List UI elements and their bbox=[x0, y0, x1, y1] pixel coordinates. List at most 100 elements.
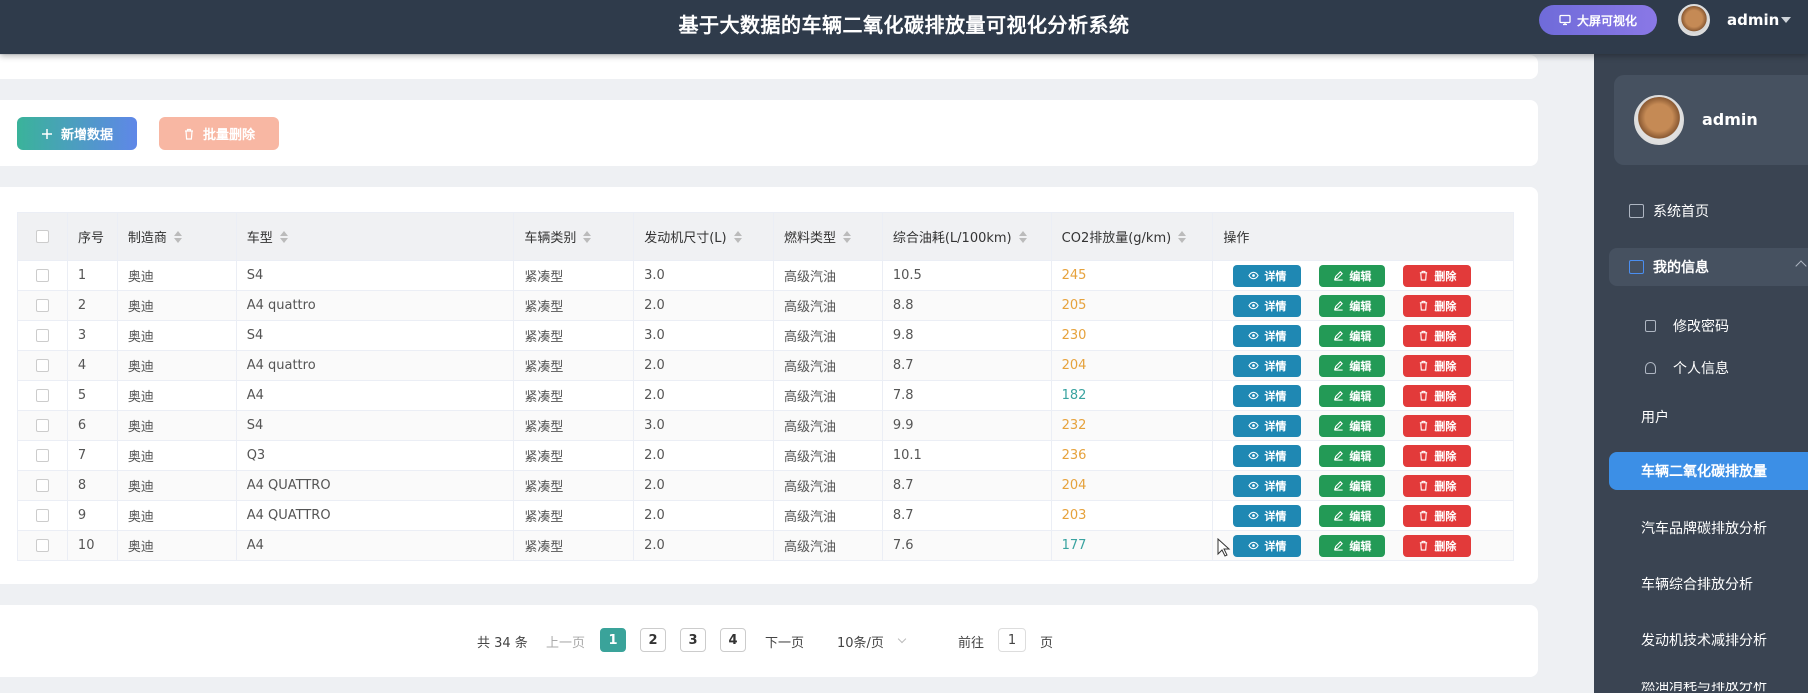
add-data-button[interactable]: 新增数据 bbox=[17, 117, 137, 150]
delete-button[interactable]: 删除 bbox=[1403, 354, 1472, 377]
edit-button[interactable]: 编辑 bbox=[1319, 534, 1386, 557]
row-checkbox[interactable] bbox=[35, 359, 49, 372]
row-checkbox[interactable] bbox=[35, 449, 49, 462]
caret-down-icon[interactable] bbox=[1781, 17, 1791, 23]
cell-co2: 236 bbox=[1052, 441, 1214, 470]
sort-icon[interactable] bbox=[279, 230, 288, 243]
sort-icon[interactable] bbox=[733, 230, 742, 243]
eye-icon bbox=[1248, 481, 1260, 490]
cell-model: A4 bbox=[237, 531, 515, 560]
sidebar-item-co2[interactable]: 车辆二氧化碳排放量 bbox=[1609, 452, 1808, 490]
column-header-consumption[interactable]: 综合油耗(L/100km) bbox=[883, 213, 1052, 260]
trash-icon bbox=[1420, 480, 1428, 491]
detail-button[interactable]: 详情 bbox=[1233, 474, 1302, 497]
cell-fuel: 高级汽油 bbox=[774, 291, 883, 320]
cell-engine: 2.0 bbox=[634, 381, 774, 410]
detail-button[interactable]: 详情 bbox=[1233, 444, 1302, 467]
trash-icon bbox=[1420, 300, 1428, 311]
detail-button[interactable]: 详情 bbox=[1233, 264, 1302, 287]
batch-delete-button[interactable]: 批量删除 bbox=[159, 117, 279, 150]
detail-button[interactable]: 详情 bbox=[1233, 504, 1302, 527]
column-header-maker[interactable]: 制造商 bbox=[118, 213, 237, 260]
delete-button[interactable]: 删除 bbox=[1403, 534, 1472, 557]
avatar[interactable] bbox=[1678, 4, 1710, 36]
table-row: 2 奥迪 A4 quattro 紧凑型 2.0 高级汽油 8.8 205 详情 编辑 删除 bbox=[18, 290, 1513, 320]
plus-icon bbox=[41, 128, 52, 139]
next-page-button[interactable]: 下一页 bbox=[765, 632, 804, 651]
edit-button[interactable]: 编辑 bbox=[1319, 504, 1386, 527]
sidebar-item-users[interactable]: 用户 bbox=[1641, 407, 1669, 427]
edit-button[interactable]: 编辑 bbox=[1319, 324, 1386, 347]
sidebar-item-home[interactable]: 系统首页 bbox=[1609, 192, 1808, 230]
row-checkbox[interactable] bbox=[35, 329, 49, 342]
detail-button[interactable]: 详情 bbox=[1233, 384, 1302, 407]
delete-button[interactable]: 删除 bbox=[1403, 504, 1472, 527]
edit-button[interactable]: 编辑 bbox=[1319, 414, 1386, 437]
row-checkbox[interactable] bbox=[35, 419, 49, 432]
cell-co2: 204 bbox=[1052, 471, 1214, 500]
detail-button[interactable]: 详情 bbox=[1233, 294, 1302, 317]
row-checkbox[interactable] bbox=[35, 479, 49, 492]
sidebar-item-brand-analysis[interactable]: 汽车品牌碳排放分析 bbox=[1641, 518, 1767, 538]
home-icon bbox=[1629, 204, 1644, 218]
delete-button[interactable]: 删除 bbox=[1403, 384, 1472, 407]
sidebar-item-change-password[interactable]: 修改密码 bbox=[1625, 311, 1808, 341]
column-header-fuel[interactable]: 燃料类型 bbox=[774, 213, 883, 260]
delete-button[interactable]: 删除 bbox=[1403, 324, 1472, 347]
cell-actions: 详情 编辑 删除 bbox=[1213, 381, 1513, 410]
delete-button[interactable]: 删除 bbox=[1403, 444, 1472, 467]
row-checkbox[interactable] bbox=[35, 299, 49, 312]
sort-icon[interactable] bbox=[1178, 230, 1187, 243]
column-header-co2[interactable]: CO2排放量(g/km) bbox=[1052, 213, 1214, 260]
edit-button[interactable]: 编辑 bbox=[1319, 264, 1386, 287]
edit-label: 编辑 bbox=[1349, 359, 1372, 373]
goto-page-input[interactable]: 1 bbox=[998, 628, 1026, 652]
column-header-engine[interactable]: 发动机尺寸(L) bbox=[634, 213, 774, 260]
row-checkbox[interactable] bbox=[35, 389, 49, 402]
edit-button[interactable]: 编辑 bbox=[1319, 354, 1386, 377]
sort-icon[interactable] bbox=[583, 230, 592, 243]
edit-button[interactable]: 编辑 bbox=[1319, 294, 1386, 317]
sort-icon[interactable] bbox=[843, 230, 852, 243]
edit-button[interactable]: 编辑 bbox=[1319, 444, 1386, 467]
sidebar-item-mine[interactable]: 我的信息 bbox=[1609, 248, 1808, 286]
cell-consumption: 10.5 bbox=[883, 261, 1052, 290]
page-button-4[interactable]: 4 bbox=[720, 628, 746, 652]
header-username[interactable]: admin bbox=[1727, 11, 1779, 29]
sort-icon[interactable] bbox=[1018, 230, 1027, 243]
edit-button[interactable]: 编辑 bbox=[1319, 474, 1386, 497]
row-checkbox[interactable] bbox=[35, 509, 49, 522]
detail-button[interactable]: 详情 bbox=[1233, 534, 1302, 557]
cell-fuel: 高级汽油 bbox=[774, 531, 883, 560]
sidebar-item-label: 修改密码 bbox=[1673, 319, 1729, 335]
page-button-2[interactable]: 2 bbox=[640, 628, 666, 652]
page-button-3[interactable]: 3 bbox=[680, 628, 706, 652]
cell-type: 紧凑型 bbox=[514, 381, 635, 410]
cell-model: S4 bbox=[237, 321, 515, 350]
row-checkbox[interactable] bbox=[35, 539, 49, 552]
page-button-1[interactable]: 1 bbox=[600, 628, 626, 652]
table-row: 7 奥迪 Q3 紧凑型 2.0 高级汽油 10.1 236 详情 编辑 删除 bbox=[18, 440, 1513, 470]
column-header-model[interactable]: 车型 bbox=[237, 213, 515, 260]
row-checkbox[interactable] bbox=[35, 269, 49, 282]
detail-button[interactable]: 详情 bbox=[1233, 354, 1302, 377]
detail-button[interactable]: 详情 bbox=[1233, 324, 1302, 347]
cell-actions: 详情 编辑 删除 bbox=[1213, 531, 1513, 560]
cell-engine: 2.0 bbox=[634, 291, 774, 320]
prev-page-button[interactable]: 上一页 bbox=[546, 632, 585, 651]
delete-button[interactable]: 删除 bbox=[1403, 474, 1472, 497]
detail-button[interactable]: 详情 bbox=[1233, 414, 1302, 437]
delete-button[interactable]: 删除 bbox=[1403, 294, 1472, 317]
sidebar-item-profile[interactable]: 个人信息 bbox=[1625, 353, 1808, 383]
column-header-type[interactable]: 车辆类别 bbox=[514, 213, 635, 260]
sidebar-item-fuel-analysis[interactable]: 燃油消耗与排放分析 bbox=[1641, 682, 1767, 693]
delete-button[interactable]: 删除 bbox=[1403, 264, 1472, 287]
bigscreen-button[interactable]: 大屏可视化 bbox=[1539, 5, 1657, 35]
sidebar-item-vehicle-analysis[interactable]: 车辆综合排放分析 bbox=[1641, 574, 1753, 594]
page-size-select[interactable]: 10条/页 bbox=[837, 632, 884, 651]
edit-button[interactable]: 编辑 bbox=[1319, 384, 1386, 407]
select-all-checkbox[interactable] bbox=[35, 230, 49, 243]
sidebar-item-engine-analysis[interactable]: 发动机技术减排分析 bbox=[1641, 630, 1767, 650]
delete-button[interactable]: 删除 bbox=[1403, 414, 1472, 437]
sort-icon[interactable] bbox=[173, 230, 182, 243]
